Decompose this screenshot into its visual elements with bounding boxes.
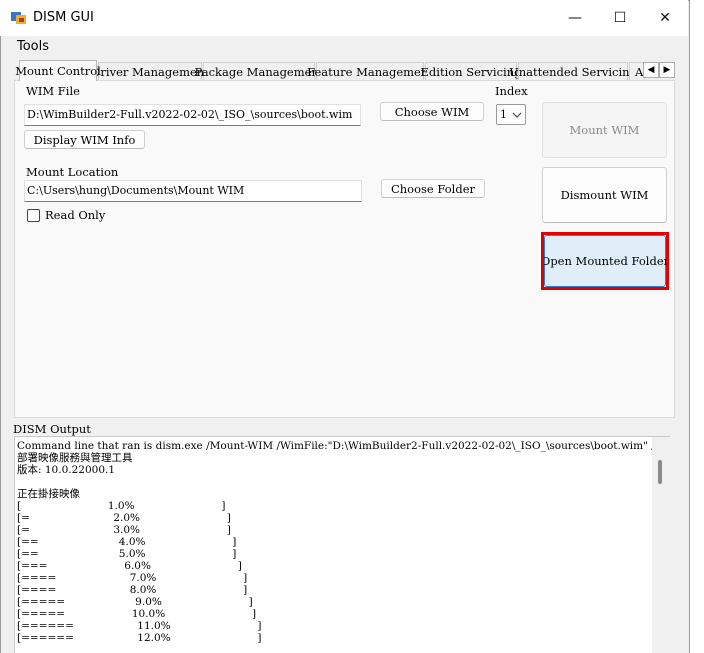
- dism-output-label: DISM Output: [13, 422, 91, 436]
- minimize-button[interactable]: —: [552, 0, 598, 36]
- dismount-wim-button[interactable]: Dismount WIM: [542, 167, 667, 223]
- tab-driver-management[interactable]: Driver Management: [91, 62, 209, 80]
- maximize-button[interactable]: ☐: [597, 0, 643, 36]
- output-line: [= 2.0% ]: [17, 512, 231, 524]
- highlight-box: [541, 232, 669, 290]
- wim-file-label: WIM File: [26, 84, 80, 98]
- tab-unattended-servicing[interactable]: Unattended Servicing: [509, 62, 637, 80]
- tab-feature-management[interactable]: Feature Management: [307, 62, 433, 80]
- mount-location-label: Mount Location: [26, 165, 119, 179]
- output-line: [==== 8.0% ]: [17, 584, 248, 596]
- read-only-label: Read Only: [45, 208, 106, 222]
- window-title: DISM GUI: [33, 10, 94, 25]
- read-only-checkbox[interactable]: [27, 209, 40, 222]
- app-icon: [11, 12, 26, 24]
- output-line: [===== 10.0% ]: [17, 608, 257, 620]
- output-line: Command line that ran is dism.exe /Mount…: [17, 440, 670, 452]
- mount-wim-button[interactable]: Mount WIM: [542, 102, 667, 158]
- output-line: [===== 9.0% ]: [17, 596, 253, 608]
- output-line: 部署映像服務與管理工具: [17, 452, 133, 464]
- mount-location-input[interactable]: C:\Users\hung\Documents\Mount WIM: [24, 180, 362, 202]
- menu-bar: [0, 36, 688, 58]
- output-line: [ 1.0% ]: [17, 500, 226, 512]
- output-line: 版本: 10.0.22000.1: [17, 464, 116, 476]
- index-label: Index: [495, 84, 528, 98]
- output-line: [== 4.0% ]: [17, 536, 237, 548]
- output-line: 正在掛接映像: [17, 488, 80, 500]
- tab-edition-servicing[interactable]: Edition Servicing: [421, 62, 521, 80]
- menu-tools[interactable]: Tools: [17, 39, 49, 54]
- index-select[interactable]: 1: [496, 104, 526, 125]
- output-line: [== 5.0% ]: [17, 548, 237, 560]
- close-button[interactable]: ✕: [642, 0, 688, 36]
- output-line: [=== 6.0% ]: [17, 560, 242, 572]
- output-line: [====== 12.0% ]: [17, 632, 262, 644]
- output-line: [==== 7.0% ]: [17, 572, 248, 584]
- display-wim-info-button[interactable]: Display WIM Info: [24, 130, 145, 149]
- wim-file-input[interactable]: D:\WimBuilder2-Full.v2022-02-02\_ISO_\so…: [24, 104, 361, 126]
- output-line: [= 3.0% ]: [17, 524, 231, 536]
- tab-scroll-right-icon[interactable]: ▶: [659, 62, 675, 78]
- tab-package-management[interactable]: Package Management: [195, 62, 323, 80]
- tab-scroll-left-icon[interactable]: ◀: [643, 62, 659, 78]
- chevron-down-icon: [512, 112, 522, 118]
- tab-mount-control[interactable]: Mount Control: [15, 60, 101, 81]
- index-value: 1: [500, 108, 507, 121]
- choose-wim-button[interactable]: Choose WIM: [380, 102, 484, 121]
- output-scrollbar-thumb[interactable]: [658, 460, 662, 484]
- output-line: [====== 11.0% ]: [17, 620, 262, 632]
- dism-output-textbox[interactable]: Command line that ran is dism.exe /Mount…: [14, 436, 670, 653]
- choose-folder-button[interactable]: Choose Folder: [381, 179, 485, 198]
